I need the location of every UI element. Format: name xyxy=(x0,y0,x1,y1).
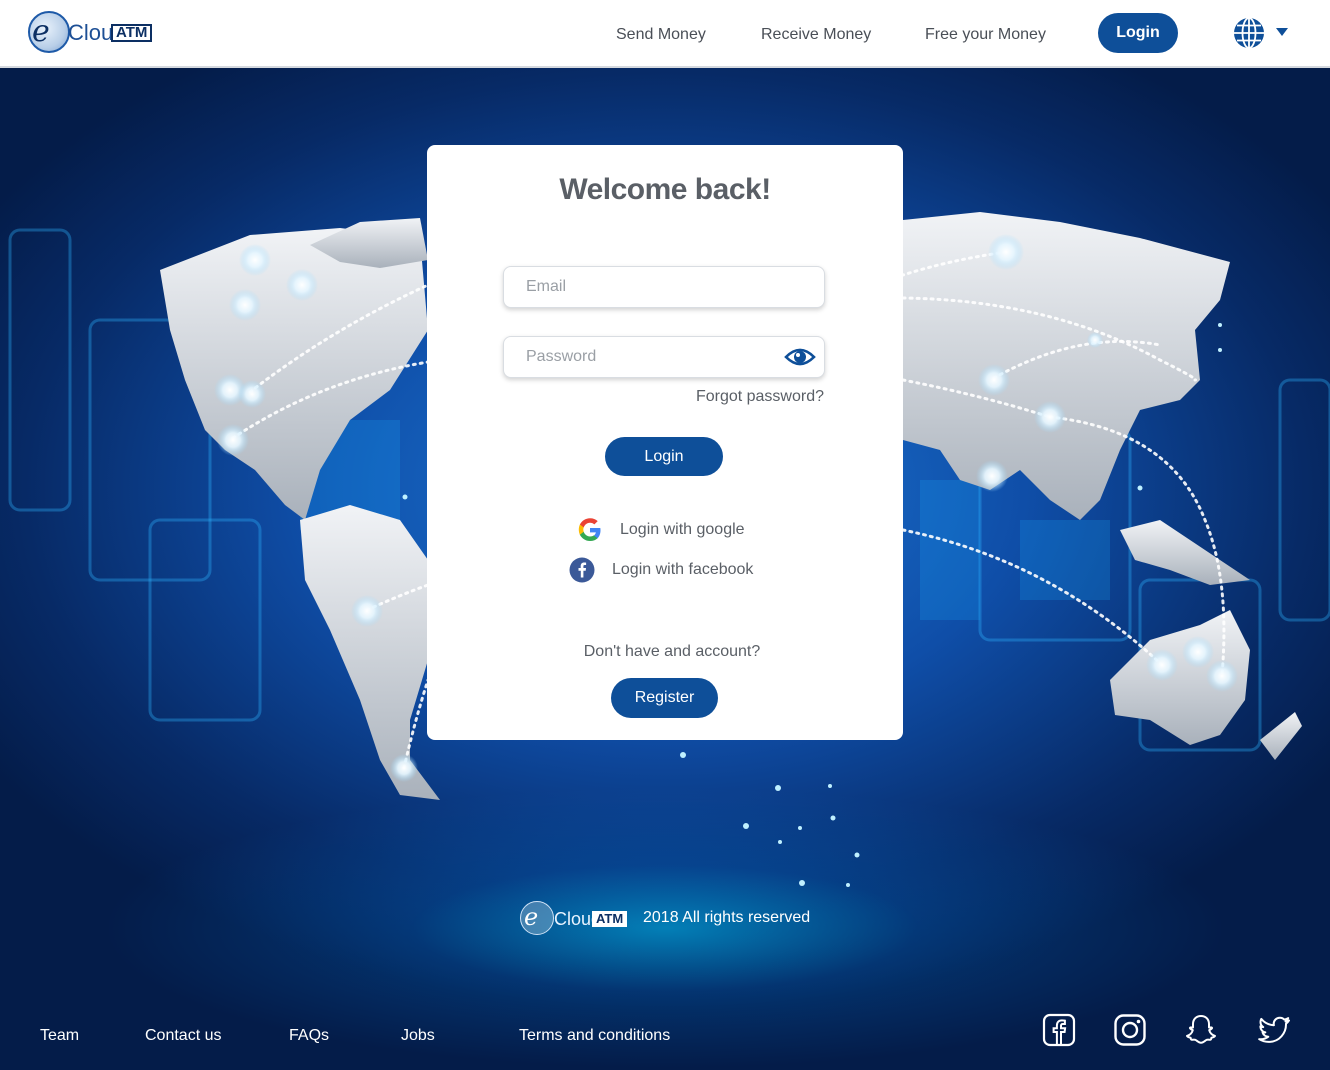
twitter-icon[interactable] xyxy=(1257,1013,1291,1047)
footer-logo-prefix: e xyxy=(524,903,539,931)
nav-free-your-money[interactable]: Free your Money xyxy=(925,24,1046,46)
instagram-icon[interactable] xyxy=(1113,1013,1147,1047)
email-field[interactable] xyxy=(503,266,825,308)
show-password-eye-icon[interactable] xyxy=(784,344,816,370)
facebook-icon xyxy=(569,557,595,583)
forgot-password-link[interactable]: Forgot password? xyxy=(427,388,824,406)
no-account-text: Don't have and account? xyxy=(583,643,761,660)
facebook-icon[interactable] xyxy=(1042,1013,1076,1047)
eurasia-shape xyxy=(903,212,1230,520)
welcome-title: Welcome back! xyxy=(559,173,771,206)
footer-link-faqs[interactable]: FAQs xyxy=(289,1027,329,1045)
login-card: Welcome back! Forgot password? Login Log… xyxy=(427,145,903,740)
register-button[interactable]: Register xyxy=(611,678,718,718)
nav-send-money[interactable]: Send Money xyxy=(616,24,706,46)
facebook-login-label: Login with facebook xyxy=(612,561,754,578)
footer-link-jobs[interactable]: Jobs xyxy=(401,1027,435,1045)
ecloud-atm-logo[interactable]: e Cloud ATM xyxy=(28,11,158,55)
google-login-label: Login with google xyxy=(620,521,745,538)
nav-receive-money[interactable]: Receive Money xyxy=(761,24,871,46)
language-dropdown-caret-icon[interactable] xyxy=(1276,28,1288,36)
globe-icon[interactable] xyxy=(1233,17,1265,49)
south-america-shape xyxy=(300,505,440,800)
password-field[interactable] xyxy=(503,336,825,378)
footer-link-contact-us[interactable]: Contact us xyxy=(145,1027,221,1045)
logo-prefix: e xyxy=(32,14,50,49)
footer-logo: e Cloud ATM xyxy=(520,900,632,938)
header-login-button[interactable]: Login xyxy=(1098,13,1178,53)
footer-link-team[interactable]: Team xyxy=(40,1027,79,1045)
footer-logo-atm-badge: ATM xyxy=(592,911,628,927)
logo-atm-badge: ATM xyxy=(111,24,153,42)
google-icon xyxy=(578,518,601,541)
login-button[interactable]: Login xyxy=(605,437,723,476)
top-navbar: e Cloud ATM Send Money Receive Money Fre… xyxy=(0,0,1330,68)
snapchat-icon[interactable] xyxy=(1184,1013,1218,1047)
copyright-text: 2018 All rights reserved xyxy=(643,909,811,926)
footer-link-terms[interactable]: Terms and conditions xyxy=(519,1027,670,1045)
